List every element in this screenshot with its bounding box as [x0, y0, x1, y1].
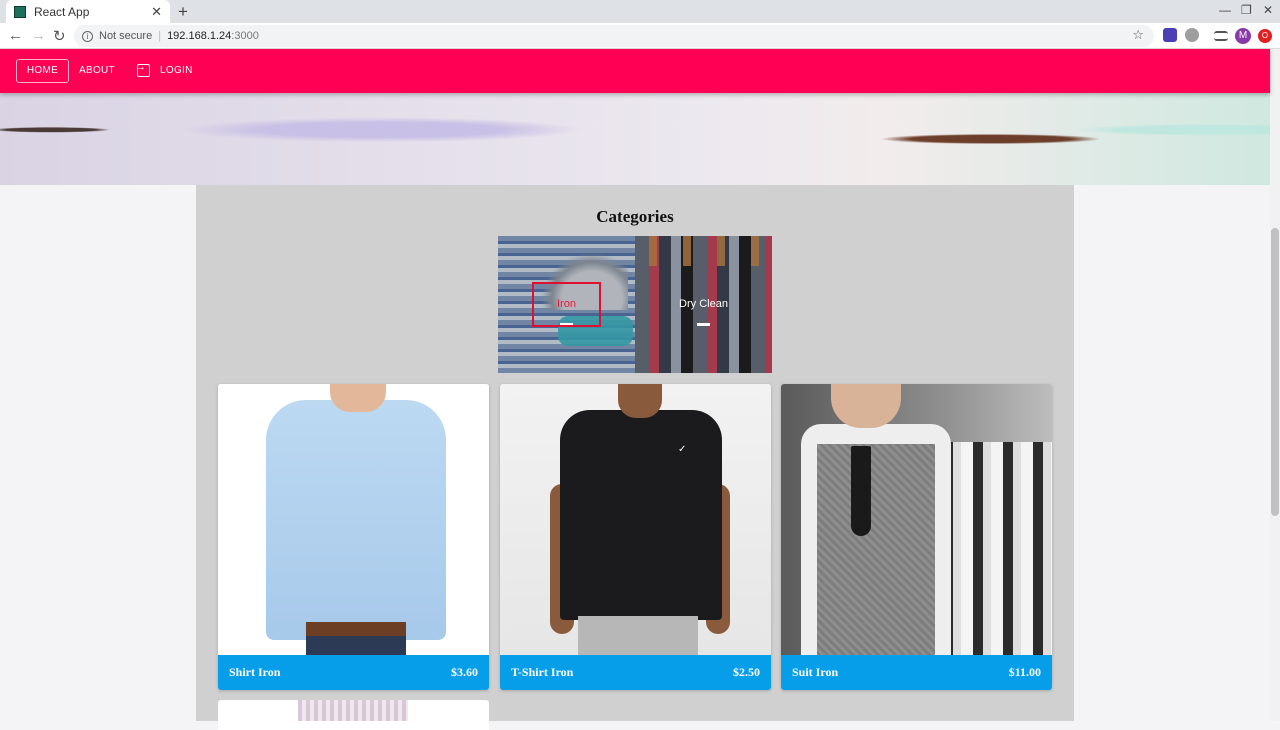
product-card-tshirt-iron[interactable]: ✓ T-Shirt Iron $2.50 — [500, 384, 771, 690]
product-card-suit-iron[interactable]: Suit Iron $11.00 — [781, 384, 1052, 690]
close-window-button[interactable]: ✕ — [1263, 3, 1273, 17]
nav-login-label: LOGIN — [160, 65, 193, 76]
nav-home-button[interactable]: HOME — [16, 59, 69, 83]
star-icon[interactable]: ☆ — [1132, 27, 1144, 43]
forward-icon[interactable]: → — [31, 27, 46, 44]
hero-banner-image — [0, 93, 1270, 185]
url-port: :3000 — [231, 30, 259, 42]
product-price: $2.50 — [733, 665, 760, 679]
browser-tab[interactable]: React App ✕ — [6, 0, 170, 23]
suit-vest — [817, 444, 935, 655]
product-price: $11.00 — [1008, 665, 1041, 679]
restore-button[interactable]: ❐ — [1241, 3, 1252, 17]
tab-close-icon[interactable]: ✕ — [151, 4, 162, 20]
profile-avatar[interactable]: M — [1235, 28, 1251, 44]
suit-image — [781, 384, 1052, 655]
address-separator: | — [158, 30, 162, 42]
url-host: 192.168.1.24 — [167, 30, 232, 42]
product-footer: Shirt Iron $3.60 — [218, 655, 489, 690]
partial-product-image — [298, 700, 408, 721]
browser-toolbar: ← → ↻ i Not secure | 192.168.1.24 :3000 … — [0, 23, 1280, 49]
swoosh-logo-icon: ✓ — [678, 444, 687, 455]
tshirt-body — [560, 410, 722, 620]
tshirt-image: ✓ — [500, 384, 771, 655]
category-label-dry-clean: Dry Clean — [679, 298, 728, 310]
model-chin — [330, 384, 386, 412]
model-neck — [618, 384, 662, 418]
security-label: Not secure — [99, 30, 153, 42]
pants — [306, 636, 406, 655]
login-icon — [135, 61, 150, 77]
product-name: Suit Iron — [792, 665, 839, 679]
product-card-partial[interactable] — [218, 700, 489, 730]
react-favicon-icon — [14, 5, 26, 18]
page-scrollbar-thumb[interactable] — [1271, 228, 1279, 516]
new-tab-button[interactable]: + — [178, 2, 188, 22]
product-price: $3.60 — [451, 665, 478, 679]
nav-login-link[interactable]: LOGIN — [135, 61, 193, 77]
back-icon[interactable]: ← — [8, 27, 23, 44]
reading-list-icon[interactable] — [1214, 31, 1228, 41]
product-footer: Suit Iron $11.00 — [781, 655, 1052, 690]
product-card-shirt-iron[interactable]: Shirt Iron $3.60 — [218, 384, 489, 690]
model-chin — [831, 384, 901, 428]
selection-highlight-box — [532, 282, 601, 327]
shirt-body — [266, 400, 446, 640]
category-tile-dry-clean[interactable]: Dry Clean — [635, 236, 772, 373]
extension-settings-icon[interactable] — [1185, 28, 1199, 42]
reload-icon[interactable]: ↻ — [53, 27, 66, 45]
nav-about-link[interactable]: ABOUT — [79, 65, 115, 76]
categories-heading: Categories — [596, 207, 674, 226]
info-icon[interactable]: i — [82, 30, 93, 42]
suit-tie — [851, 446, 871, 536]
category-underline — [697, 323, 710, 326]
address-bar[interactable]: i Not secure | 192.168.1.24 :3000 ☆ — [74, 25, 1154, 47]
shirt-image — [218, 384, 489, 655]
opera-icon[interactable]: O — [1258, 29, 1272, 43]
product-name: Shirt Iron — [229, 665, 281, 679]
product-footer: T-Shirt Iron $2.50 — [500, 655, 771, 690]
minimize-button[interactable]: — — [1219, 3, 1231, 17]
pants — [578, 616, 698, 655]
product-name: T-Shirt Iron — [511, 665, 574, 679]
extension-icon[interactable] — [1163, 28, 1177, 42]
belt — [306, 622, 406, 636]
tab-title: React App — [34, 4, 90, 19]
app-navbar: HOME ABOUT LOGIN — [0, 49, 1270, 93]
browser-tabstrip: React App ✕ + — ❐ ✕ — [0, 0, 1280, 23]
